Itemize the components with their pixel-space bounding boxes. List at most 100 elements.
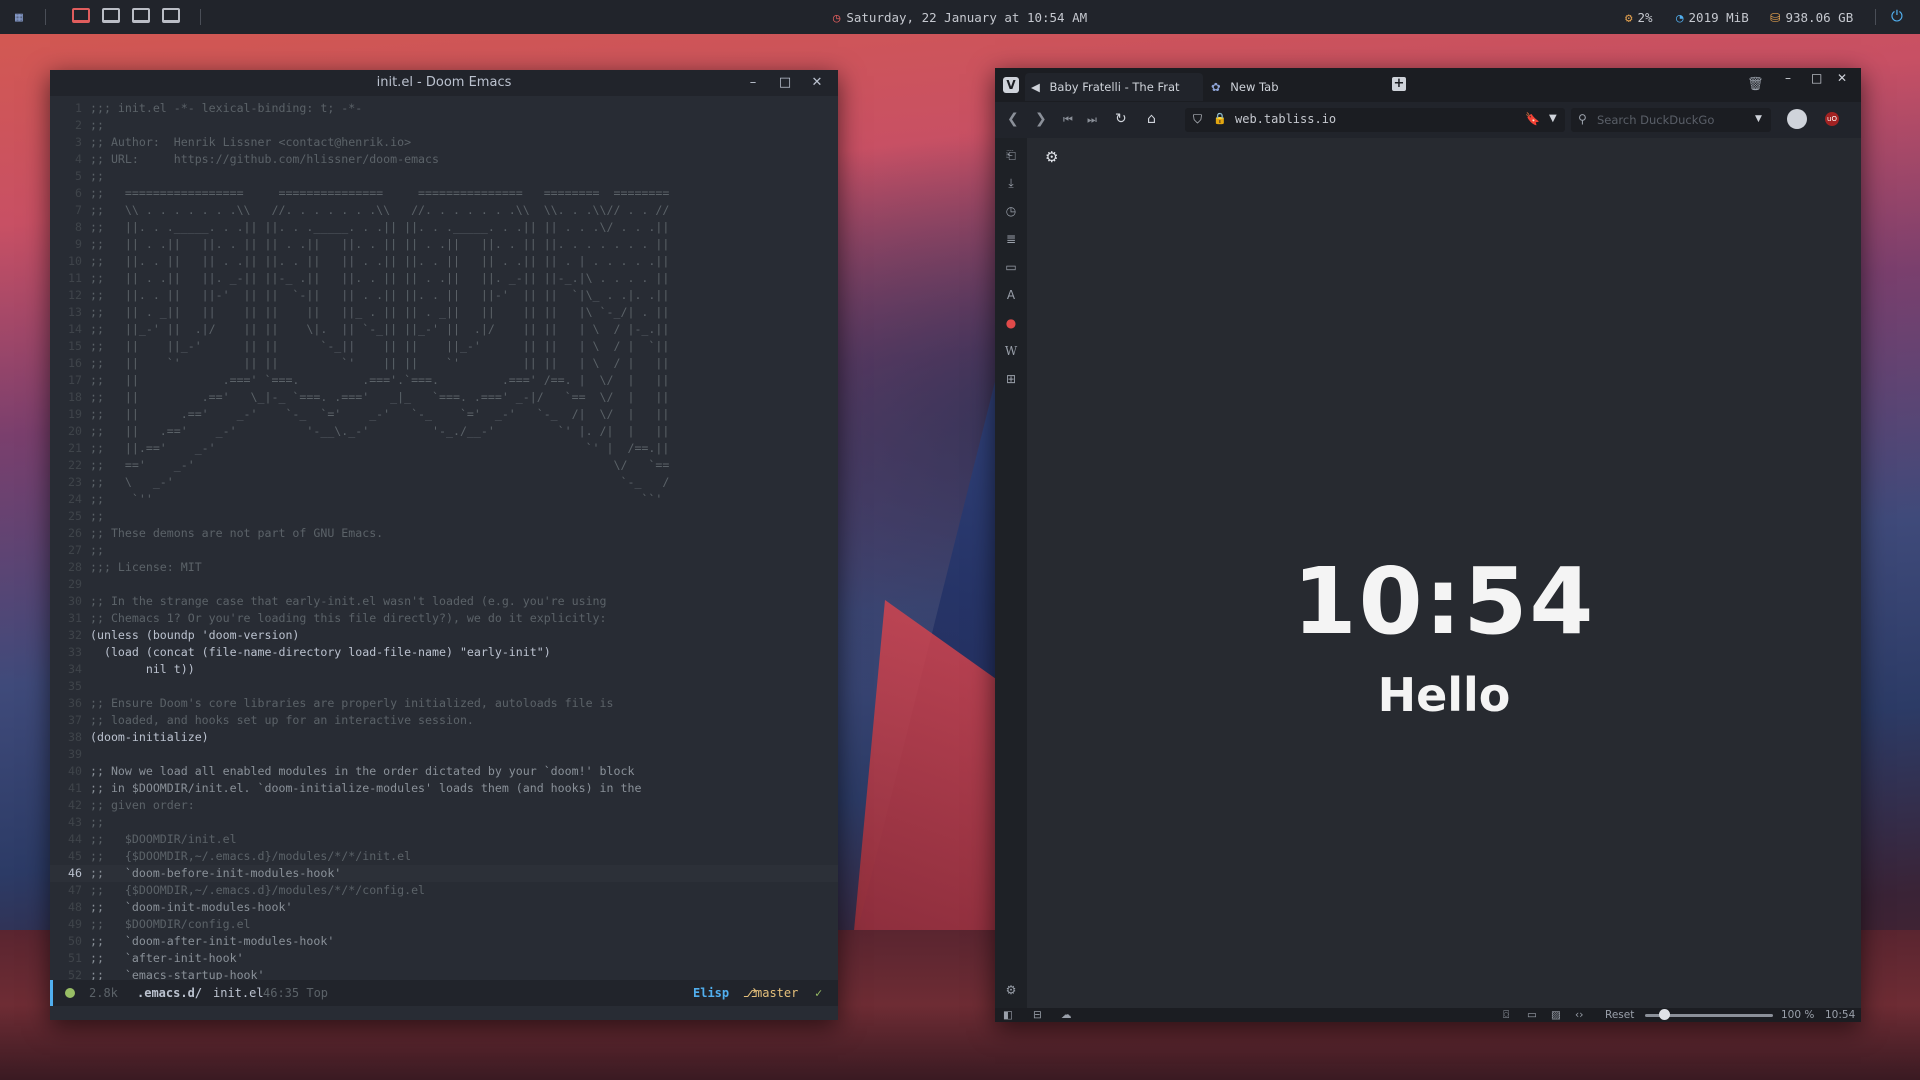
code-line[interactable]: 29: [50, 576, 838, 593]
back-icon[interactable]: ❮: [1007, 111, 1019, 127]
forward-icon[interactable]: ❯: [1035, 111, 1047, 127]
code-line[interactable]: 12 ;; ||. . || ||-' || || `-|| || . .|| |…: [50, 287, 838, 304]
code-line[interactable]: 36 ;; Ensure Doom's core libraries are pr…: [50, 695, 838, 712]
zoom-slider-handle[interactable]: [1659, 1009, 1671, 1020]
code-line[interactable]: 30 ;; In the strange case that early-init…: [50, 593, 838, 610]
search-field[interactable]: ⚲ Search DuckDuckGo ▼: [1571, 108, 1771, 132]
minimize-icon[interactable]: –: [738, 70, 768, 96]
settings-icon[interactable]: ⚙: [1004, 983, 1018, 997]
code-line[interactable]: 43;;: [50, 814, 838, 831]
code-line[interactable]: 41 ;; in $DOOMDIR/init.el. `doom-initiali…: [50, 780, 838, 797]
editor-buffer[interactable]: 1 ;;; init.el -*- lexical-binding: t; -*-…: [50, 100, 838, 982]
code-line[interactable]: 25;;: [50, 508, 838, 525]
code-line[interactable]: 47 ;; {$DOOMDIR,~/.emacs.d}/modules/*/*/c…: [50, 882, 838, 899]
code-line[interactable]: 22 ;; ==' _-' \/ `==: [50, 457, 838, 474]
code-line[interactable]: 5;;: [50, 168, 838, 185]
code-line[interactable]: 16 ;; || `' || || `' || || `' || || | \ /…: [50, 355, 838, 372]
code-line[interactable]: 24 ;; `'' ``': [50, 491, 838, 508]
code-line[interactable]: 39: [50, 746, 838, 763]
code-line[interactable]: 35: [50, 678, 838, 695]
git-branch[interactable]: master: [755, 980, 798, 1006]
downloads-icon[interactable]: ⤓: [1004, 176, 1018, 190]
code-line[interactable]: 10 ;; ||. . || || . .|| ||. . || || . .||…: [50, 253, 838, 270]
add-panel-icon[interactable]: ⊞: [1004, 372, 1018, 386]
code-line[interactable]: 32 (unless (boundp 'doom-version): [50, 627, 838, 644]
code-line[interactable]: 33 (load (concat (file-name-directory lo…: [50, 644, 838, 661]
settings-gear-icon[interactable]: ⚙: [1045, 148, 1058, 166]
code-line[interactable]: 9 ;; || . .|| ||. . || || . .|| ||. . || …: [50, 236, 838, 253]
translate-icon[interactable]: A: [1004, 288, 1018, 302]
code-line[interactable]: 42 ;; given order:: [50, 797, 838, 814]
code-line[interactable]: 40 ;; Now we load all enabled modules in …: [50, 763, 838, 780]
code-line[interactable]: 14 ;; ||_-' || .|/ || || \|. || `-_|| ||_…: [50, 321, 838, 338]
page-tiling-icon[interactable]: ▭: [1527, 1008, 1537, 1022]
wikipedia-icon[interactable]: W: [1004, 344, 1018, 358]
code-line[interactable]: 51 ;; `after-init-hook': [50, 950, 838, 967]
cloud-icon[interactable]: ☁: [1061, 1008, 1072, 1022]
close-icon[interactable]: ✕: [802, 70, 832, 96]
code-line[interactable]: 21 ;; ||.==' _-' `' | /==.||: [50, 440, 838, 457]
code-line[interactable]: 20 ;; || .==' _-' '-__\._-' '-_./__-' `' …: [50, 423, 838, 440]
emacs-titlebar[interactable]: init.el - Doom Emacs – □ ✕: [50, 70, 838, 96]
code-line[interactable]: 50 ;; `doom-after-init-modules-hook': [50, 933, 838, 950]
fast-forward-icon[interactable]: ⏭: [1087, 113, 1097, 127]
code-line[interactable]: 27;;: [50, 542, 838, 559]
code-line[interactable]: 8 ;; ||. . ._____. . .|| ||. . ._____. . …: [50, 219, 838, 236]
code-line[interactable]: 26 ;; These demons are not part of GNU Em…: [50, 525, 838, 542]
code-line[interactable]: 18 ;; || .==' \_|-_ `===. .===' _|_ `===.…: [50, 389, 838, 406]
new-tab-button[interactable]: +: [1392, 77, 1406, 91]
code-line[interactable]: 48 ;; `doom-init-modules-hook': [50, 899, 838, 916]
code-line[interactable]: 45 ;; {$DOOMDIR,~/.emacs.d}/modules/*/*/i…: [50, 848, 838, 865]
tab-new-tab[interactable]: ✿ New Tab: [1209, 73, 1379, 101]
maximize-icon[interactable]: □: [770, 70, 800, 96]
code-line[interactable]: 4 ;; URL: https://github.com/hlissner/doo…: [50, 151, 838, 168]
reload-icon[interactable]: ↻: [1115, 111, 1127, 127]
code-line[interactable]: 2;;: [50, 117, 838, 134]
bookmark-icon[interactable]: 🔖: [1525, 112, 1540, 126]
code-line[interactable]: 23 ;; \ _-' `-_ /: [50, 474, 838, 491]
vivaldi-icon[interactable]: ●: [1004, 316, 1018, 330]
code-line[interactable]: 11 ;; || . .|| ||. _-|| ||-_ .|| ||. . ||…: [50, 270, 838, 287]
code-line[interactable]: 15 ;; || ||_-' || || `-_|| || || ||_-' ||…: [50, 338, 838, 355]
code-line[interactable]: 17 ;; || .===' `===. .==='.`===. .===' /=…: [50, 372, 838, 389]
ublock-icon[interactable]: uO: [1825, 112, 1839, 126]
code-line[interactable]: 31 ;; Chemacs 1? Or you're loading this f…: [50, 610, 838, 627]
power-icon[interactable]: ⏻: [1891, 7, 1903, 25]
code-line[interactable]: 44 ;; $DOOMDIR/init.el: [50, 831, 838, 848]
code-icon[interactable]: ‹›: [1575, 1008, 1583, 1022]
chevron-down-icon[interactable]: ▼: [1549, 113, 1557, 124]
code-line[interactable]: 37 ;; loaded, and hooks set up for an int…: [50, 712, 838, 729]
window-panel-icon[interactable]: ▭: [1004, 260, 1018, 274]
code-line[interactable]: 28 ;;; License: MIT: [50, 559, 838, 576]
address-field[interactable]: ⛉ 🔒 web.tabliss.io 🔖 ▼: [1185, 108, 1565, 132]
code-line[interactable]: 6 ;; ================= =============== ==…: [50, 185, 838, 202]
panel-toggle-icon[interactable]: ◧: [1003, 1008, 1013, 1022]
code-line[interactable]: 49 ;; $DOOMDIR/config.el: [50, 916, 838, 933]
vivaldi-menu-icon[interactable]: V: [1003, 77, 1019, 93]
tab-baby-fratelli[interactable]: ◀ Baby Fratelli - The Frat: [1025, 73, 1203, 101]
code-line[interactable]: 7 ;; \\ . . . . . . .\\ //. . . . . . .\\…: [50, 202, 838, 219]
shield-icon[interactable]: ⛉: [1193, 112, 1202, 127]
major-mode[interactable]: Elisp: [693, 980, 729, 1006]
close-icon[interactable]: ✕: [1837, 71, 1847, 85]
code-line[interactable]: 13 ;; || . _|| || || || || ||_ . || || . …: [50, 304, 838, 321]
code-line[interactable]: 3 ;; Author: Henrik Lissner <contact@henr…: [50, 134, 838, 151]
code-line[interactable]: 19 ;; || .==' _-' `-_ `=' _-' `-_ `=' _-'…: [50, 406, 838, 423]
avatar[interactable]: [1787, 109, 1807, 129]
home-icon[interactable]: ⌂: [1147, 111, 1156, 127]
bookmarks-icon[interactable]: ⎗: [1004, 148, 1018, 162]
trash-icon[interactable]: 🗑: [1747, 77, 1764, 92]
camera-icon[interactable]: ⌼: [1503, 1008, 1509, 1022]
rewind-icon[interactable]: ⏮: [1063, 113, 1073, 127]
chevron-down-icon[interactable]: ▼: [1755, 114, 1762, 124]
code-line[interactable]: 34 nil t)): [50, 661, 838, 678]
history-icon[interactable]: ◷: [1004, 204, 1018, 218]
code-line[interactable]: 1 ;;; init.el -*- lexical-binding: t; -*-: [50, 100, 838, 117]
notes-icon[interactable]: ≣: [1004, 232, 1018, 246]
minimize-icon[interactable]: –: [1785, 71, 1791, 85]
image-icon[interactable]: ▨: [1551, 1008, 1561, 1022]
tiling-icon[interactable]: ⊟: [1033, 1008, 1042, 1022]
maximize-icon[interactable]: □: [1811, 71, 1822, 85]
zoom-reset[interactable]: Reset: [1605, 1008, 1634, 1022]
code-line[interactable]: 46 ;; `doom-before-init-modules-hook': [50, 865, 838, 882]
